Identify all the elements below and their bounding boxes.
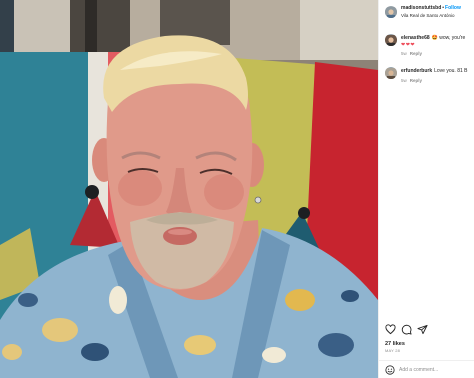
post-date: MAY 28 (385, 348, 401, 353)
comment-age: 5w (401, 51, 407, 56)
likes-count[interactable]: 27 likes (385, 341, 405, 347)
comment-item: erfunderburk Love you. 81 B 5w Reply (385, 67, 474, 87)
header-separator: • (442, 5, 445, 11)
heart-emojis: ❤❤❤ (401, 42, 416, 48)
post-photo[interactable] (0, 0, 378, 378)
smiley-icon[interactable] (385, 365, 395, 375)
post-header: madisonstuttsbd•Follow Vila Real de Sant… (385, 4, 474, 22)
post-location[interactable]: Vila Real de Santo António (401, 13, 454, 18)
comment-line: erfunderburk Love you. 81 B (401, 68, 467, 74)
commenter-avatar[interactable] (385, 34, 397, 46)
heart-icon[interactable] (385, 324, 396, 335)
comment-line: elenasthe68 🤩 wow, you're (401, 35, 465, 41)
comment-meta: 5w Reply (401, 51, 422, 56)
follow-button[interactable]: Follow (445, 5, 461, 11)
author-avatar[interactable] (385, 6, 397, 18)
post-sidebar: madisonstuttsbd•Follow Vila Real de Sant… (378, 0, 474, 378)
comment-input[interactable] (399, 364, 473, 376)
selfie-image (0, 0, 378, 378)
author-username[interactable]: madisonstuttsbd (401, 5, 441, 11)
add-comment-bar (379, 360, 474, 378)
reply-button[interactable]: Reply (410, 51, 422, 56)
comment-text: 🤩 wow, you're (431, 35, 466, 41)
comment-age: 5w (401, 78, 407, 83)
comment-text: Love you. 81 B (434, 68, 468, 74)
comment-username[interactable]: elenasthe68 (401, 35, 430, 41)
reply-button[interactable]: Reply (410, 78, 422, 83)
comment-meta: 5w Reply (401, 78, 422, 83)
post-actions (385, 324, 465, 336)
comment-icon[interactable] (401, 324, 412, 335)
share-icon[interactable] (417, 324, 428, 335)
header-line: madisonstuttsbd•Follow (401, 5, 461, 11)
comment-username[interactable]: erfunderburk (401, 68, 432, 74)
comment-item: elenasthe68 🤩 wow, you're ❤❤❤ 5w Reply (385, 34, 474, 62)
commenter-avatar[interactable] (385, 67, 397, 79)
